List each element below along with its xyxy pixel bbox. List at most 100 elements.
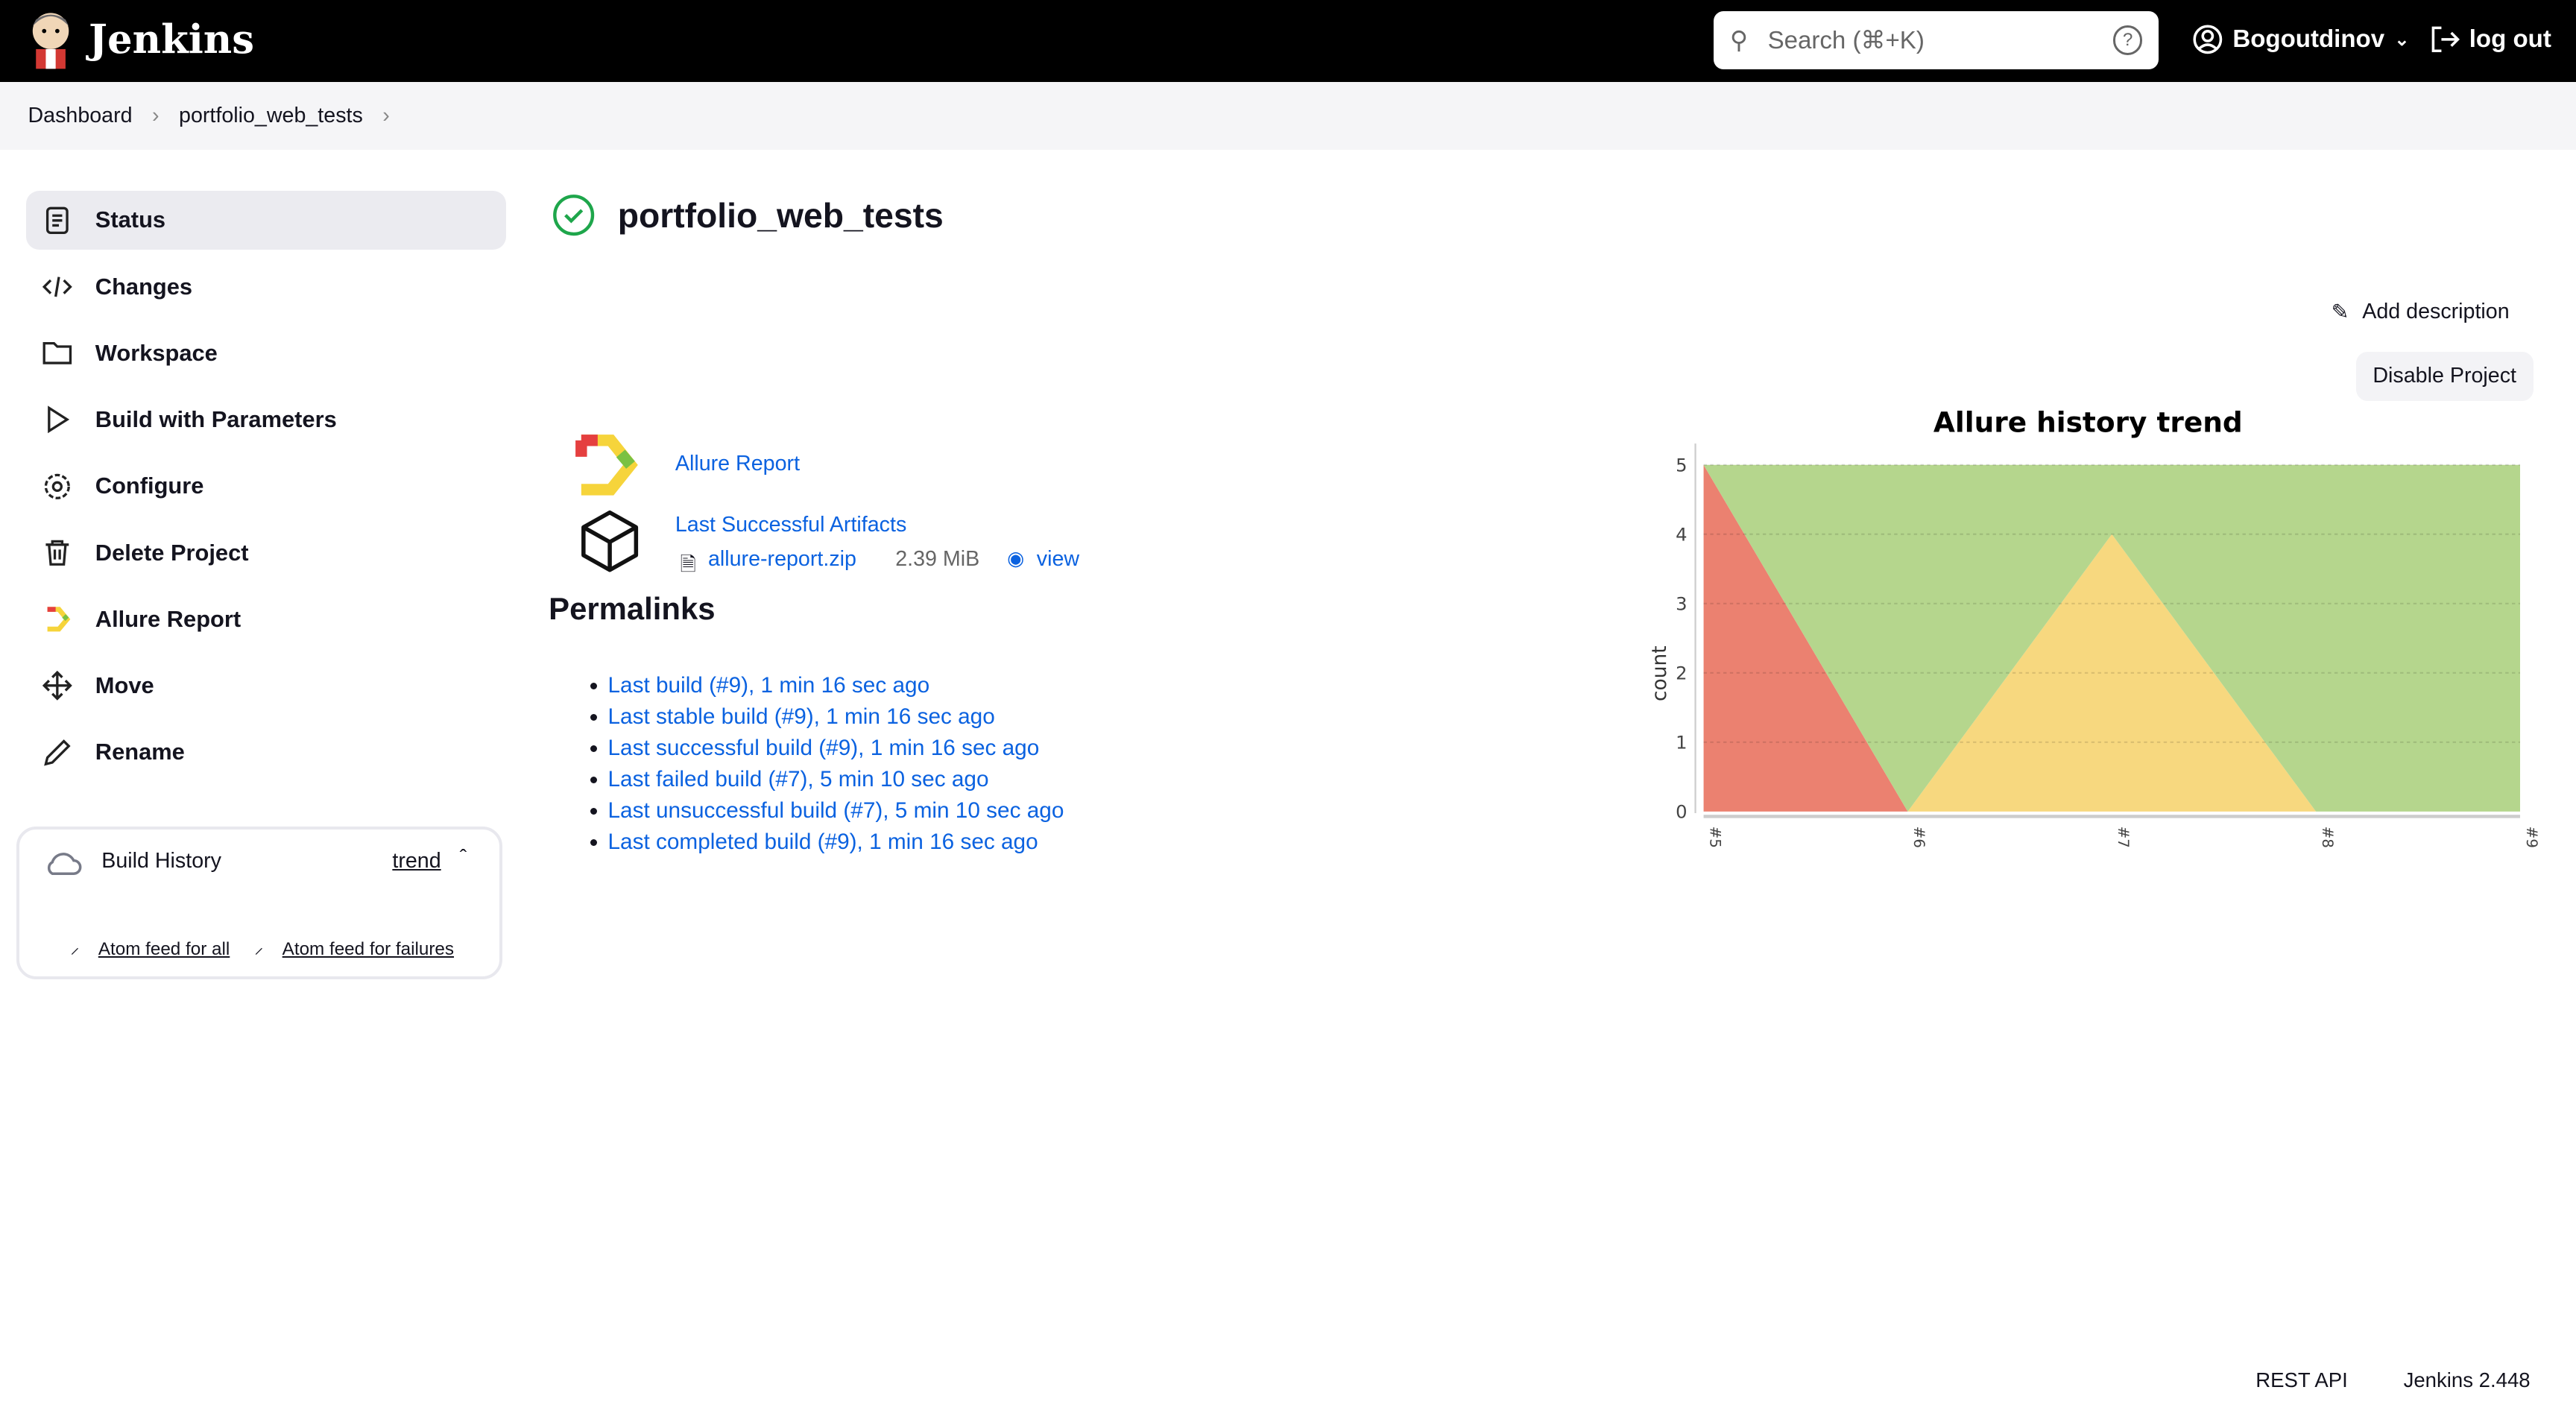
code-icon [42,277,72,297]
chevron-right-icon[interactable]: › [382,104,390,128]
allure-report-link[interactable]: Allure Report [675,452,800,476]
sidebar-item-label: Rename [95,739,185,765]
sidebar-item-label: Status [95,206,166,233]
x-tick-label: #8 [2319,827,2336,848]
project-name: portfolio_web_tests [617,195,944,235]
play-icon [48,405,70,434]
jenkins-logo[interactable]: Jenkins [26,10,254,69]
atom-feed-all-link[interactable]: Atom feed for all [98,939,230,960]
sidebar-item-move[interactable]: Move [26,656,506,715]
add-description-label: Add description [2362,300,2510,324]
sidebar-item-workspace[interactable]: Workspace [26,323,506,382]
app-name: Jenkins [88,16,255,63]
list-item: Last build (#9), 1 min 16 sec ago [608,670,1064,701]
chart-title: Allure history trend [1933,406,2243,439]
pencil-icon [44,739,71,766]
logout-label: log out [2469,25,2551,53]
logout-button[interactable]: log out [2430,25,2551,54]
breadcrumb-project[interactable]: portfolio_web_tests [179,104,363,128]
y-tick-label: 3 [1676,593,1687,615]
jenkins-version[interactable]: Jenkins 2.448 [2404,1368,2531,1392]
package-icon [581,510,638,572]
permalink[interactable]: Last stable build (#9), 1 min 16 sec ago [608,704,995,729]
list-item: Last failed build (#7), 5 min 10 sec ago [608,764,1064,795]
build-history-panel: Build History trend ˆ ⸝ Atom feed for al… [16,826,503,979]
allure-trend-chart[interactable]: Allure history trend count 0 1 2 3 4 5 #5 #6 #7 #… [1635,394,2538,862]
list-item: Last stable build (#9), 1 min 16 sec ago [608,701,1064,733]
sidebar-item-label: Workspace [95,339,218,366]
atom-feed-failures-link[interactable]: Atom feed for failures [282,939,454,960]
disable-project-button[interactable]: Disable Project [2355,351,2534,401]
user-icon [2193,25,2223,54]
chevron-down-icon: ⌄ [2394,29,2410,50]
chevron-up-icon[interactable]: ˆ [460,846,467,871]
y-tick-label: 1 [1676,732,1687,754]
x-tick-label: #6 [1910,827,1928,848]
help-icon[interactable]: ? [2113,25,2143,55]
top-bar: Jenkins ⚲ Search (⌘+K) ? Bogoutdinov ⌄ l… [0,0,2576,83]
move-icon [42,671,72,701]
y-axis-label: count [1648,645,1671,701]
fingerprint-icon: ◉ [1007,546,1025,569]
sidebar-item-label: Delete Project [95,539,249,566]
permalinks-list: Last build (#9), 1 min 16 sec ago Last s… [578,670,1064,857]
y-tick-label: 5 [1676,455,1687,476]
add-description-button[interactable]: ✎ Add description [2332,299,2510,325]
sidebar-item-allure-report[interactable]: Allure Report [26,590,506,648]
artifact-view-link[interactable]: view [1037,547,1079,572]
last-successful-artifacts-link[interactable]: Last Successful Artifacts [675,513,906,537]
allure-logo-icon [575,434,639,496]
breadcrumb: Dashboard › portfolio_web_tests › [0,82,2576,150]
sidebar-item-delete-project[interactable]: Delete Project [26,523,506,582]
gear-icon [45,473,71,499]
search-input[interactable]: ⚲ Search (⌘+K) ? [1713,11,2159,69]
y-tick-label: 4 [1676,524,1687,546]
permalink[interactable]: Last failed build (#7), 5 min 10 sec ago [608,767,989,792]
search-placeholder: Search (⌘+K) [1767,26,1925,54]
sidebar-item-label: Build with Parameters [95,406,337,433]
rss-icon: ⸝ [70,937,80,958]
sidebar-item-status[interactable]: Status [26,190,506,250]
x-tick-label: #5 [1706,827,1723,848]
success-check-icon [552,195,594,236]
breadcrumb-dashboard[interactable]: Dashboard [28,104,132,128]
pencil-icon: ✎ [2331,300,2349,325]
sidebar-item-rename[interactable]: Rename [26,723,506,782]
sidebar-item-changes[interactable]: Changes [26,257,506,316]
sidebar: Status Changes Workspace Build with Para… [26,190,506,789]
trend-link[interactable]: trend [392,849,441,873]
permalink[interactable]: Last completed build (#9), 1 min 16 sec … [608,830,1038,854]
sidebar-item-label: Allure Report [95,605,242,632]
status-icon [46,206,69,234]
page-title: portfolio_web_tests [552,194,944,236]
x-tick-label: #7 [2115,827,2132,848]
sidebar-item-label: Changes [95,273,193,300]
permalink[interactable]: Last successful build (#9), 1 min 16 sec… [608,736,1040,760]
sidebar-item-build-with-parameters[interactable]: Build with Parameters [26,390,506,449]
cloud-icon [47,853,82,875]
permalinks-title: Permalinks [549,591,716,627]
chevron-right-icon: › [152,103,160,127]
jenkins-butler-icon [33,13,69,69]
rss-icon: ⸝ [254,937,264,958]
trash-icon [45,540,69,566]
logout-icon [2431,26,2460,53]
artifact-size: 2.39 MiB [895,546,980,571]
file-icon: 🗎 [680,553,696,576]
rest-api-link[interactable]: REST API [2255,1368,2348,1392]
username: Bogoutdinov [2232,25,2385,53]
y-tick-label: 2 [1676,663,1687,684]
list-item: Last successful build (#9), 1 min 16 sec… [608,733,1064,764]
allure-icon [47,607,71,632]
user-menu[interactable]: Bogoutdinov ⌄ [2193,25,2410,54]
artifact-file-link[interactable]: allure-report.zip [708,547,856,572]
permalink[interactable]: Last unsuccessful build (#7), 5 min 10 s… [608,798,1064,823]
list-item: Last completed build (#9), 1 min 16 sec … [608,827,1064,858]
folder-icon [42,341,72,364]
list-item: Last unsuccessful build (#7), 5 min 10 s… [608,795,1064,827]
sidebar-item-configure[interactable]: Configure [26,457,506,516]
x-tick-label: #9 [2523,827,2538,848]
permalink[interactable]: Last build (#9), 1 min 16 sec ago [608,673,930,698]
build-history-title: Build History [101,849,221,873]
search-icon: ⚲ [1729,26,1749,54]
